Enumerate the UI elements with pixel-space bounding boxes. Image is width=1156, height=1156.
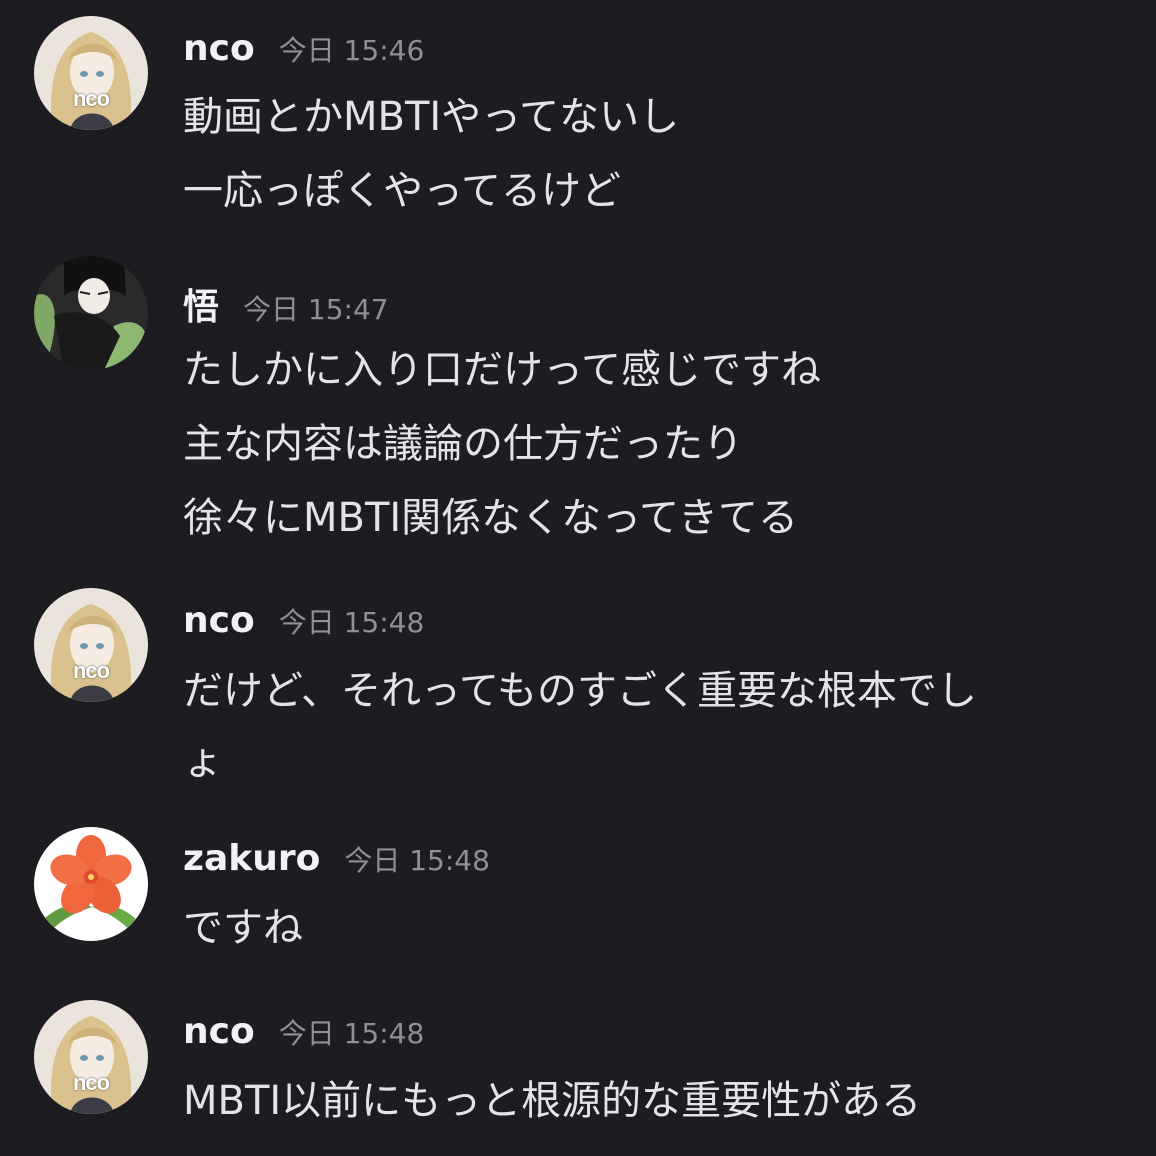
timestamp: 今日 15:46 [278, 34, 425, 67]
timestamp: 今日 15:47 [243, 293, 389, 326]
orange-flower-avatar-icon [34, 827, 148, 941]
anime-girl-avatar-icon [34, 16, 148, 130]
username[interactable]: 悟 [183, 278, 219, 330]
message-line: ょ [183, 738, 223, 784]
avatar[interactable]: nco [34, 588, 148, 702]
message-line: ですね [183, 905, 303, 951]
username[interactable]: nco [183, 600, 255, 641]
avatar-label: nco [72, 1070, 110, 1095]
message-line: 動画とかMBTIやってないし [183, 94, 680, 140]
message-line: たしかに入り口だけって感じですね [183, 347, 821, 393]
avatar[interactable] [34, 827, 148, 941]
avatar-label: nco [72, 86, 110, 111]
anime-girl-avatar-icon [34, 588, 148, 702]
timestamp: 今日 15:48 [278, 606, 425, 639]
message-header: nco 今日 15:48 [183, 1011, 424, 1052]
message-header: 悟 今日 15:47 [183, 278, 389, 330]
sleeping-figure-avatar-icon [34, 256, 148, 370]
timestamp: 今日 15:48 [278, 1017, 425, 1050]
message-line: 一応っぽくやってるけど [183, 168, 621, 214]
avatar-label: nco [72, 658, 110, 683]
message-header: zakuro 今日 15:48 [183, 838, 490, 879]
avatar[interactable]: nco [34, 16, 148, 130]
timestamp: 今日 15:48 [344, 844, 490, 877]
avatar[interactable]: nco [34, 1000, 148, 1114]
message-header: nco 今日 15:48 [183, 600, 424, 641]
anime-girl-avatar-icon [34, 1000, 148, 1114]
message-line: 徐々にMBTI関係なくなってきてる [183, 495, 798, 541]
message-header: nco 今日 15:46 [183, 28, 424, 69]
message-line: 主な内容は議論の仕方だったり [183, 421, 743, 467]
username[interactable]: zakuro [183, 838, 320, 879]
username[interactable]: nco [183, 28, 255, 69]
avatar[interactable] [34, 256, 148, 370]
message-line: だけど、それってものすごく重要な根本でし [183, 668, 977, 714]
username[interactable]: nco [183, 1011, 255, 1052]
message-line: MBTI以前にもっと根源的な重要性がある [183, 1078, 922, 1124]
